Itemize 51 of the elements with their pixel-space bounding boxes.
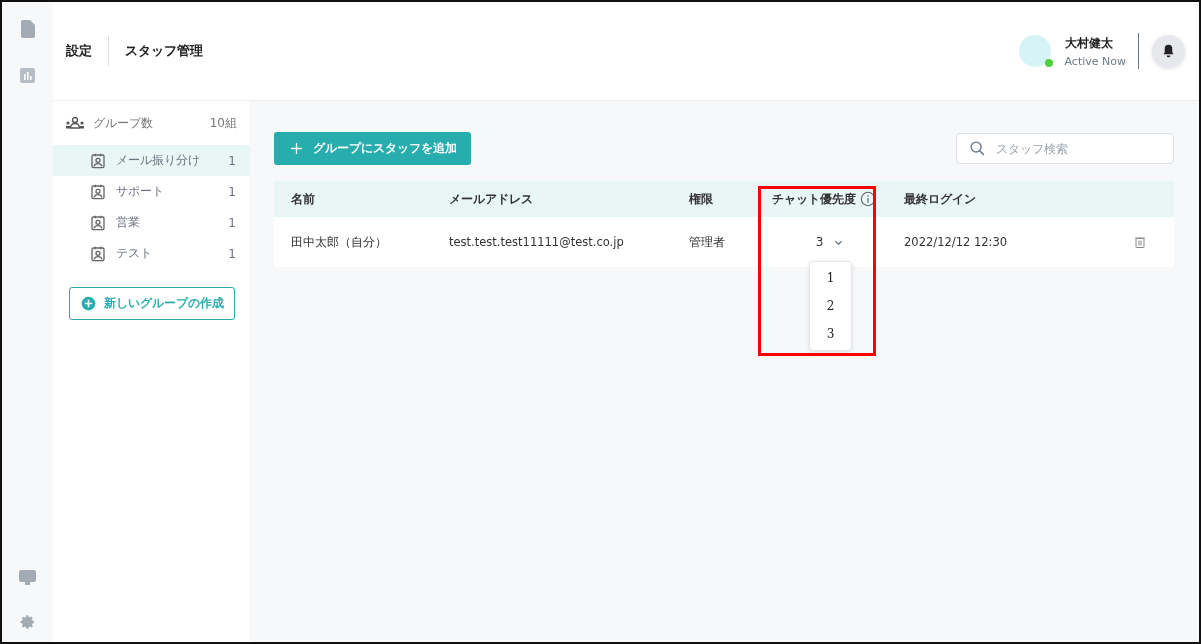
group-member-count: 1 xyxy=(228,184,236,199)
column-header: チャット優先度 xyxy=(772,190,856,208)
people-icon xyxy=(65,117,85,129)
breadcrumb-item: スタッフ管理 xyxy=(108,36,219,66)
id-badge-icon xyxy=(90,151,106,170)
group-member-count: 1 xyxy=(228,246,236,261)
table-cell-text: test.test.test11111@test.co.jp xyxy=(449,235,625,249)
column-header: 最終ログイン xyxy=(904,190,977,208)
bar-chart-icon xyxy=(20,68,35,83)
table-cell-text: 管理者 xyxy=(689,234,726,250)
group-count-label: グループ数 xyxy=(93,114,154,132)
search-field[interactable]: スタッフ検索 xyxy=(956,133,1174,164)
plus-circle-icon xyxy=(80,296,96,311)
user-name: 大村健太 xyxy=(1064,34,1114,52)
add-staff-button[interactable]: グループにスタッフを追加 xyxy=(274,132,471,165)
plus-icon xyxy=(290,142,303,155)
priority-option[interactable]: 2 xyxy=(810,292,851,320)
table-cell-text: 田中太郎（自分） xyxy=(291,234,388,250)
group-name: サポート xyxy=(116,183,165,200)
priority-option[interactable]: 1 xyxy=(810,264,851,292)
breadcrumb-item: 設定 xyxy=(66,42,93,60)
monitor-icon xyxy=(19,570,36,586)
group-item[interactable]: テスト 1 xyxy=(53,238,250,269)
user-status: Active Now xyxy=(1064,54,1126,68)
id-badge-icon xyxy=(90,182,106,201)
bell-icon xyxy=(1161,43,1176,59)
notification-button[interactable] xyxy=(1152,34,1185,68)
create-group-button[interactable]: 新しいグループの作成 xyxy=(69,287,235,320)
column-header: メールアドレス xyxy=(449,190,534,208)
settings-icon xyxy=(19,614,36,630)
id-badge-icon xyxy=(90,244,106,263)
group-name: メール振り分け xyxy=(116,152,201,169)
group-item[interactable]: サポート 1 xyxy=(53,176,250,207)
group-name: テスト xyxy=(116,245,153,262)
group-item[interactable]: メール振り分け 1 xyxy=(53,145,250,176)
column-header: 名前 xyxy=(291,190,316,208)
column-header: 権限 xyxy=(689,190,714,208)
info-icon xyxy=(860,191,876,207)
group-member-count: 1 xyxy=(228,153,236,168)
priority-select[interactable]: 3 xyxy=(815,235,845,249)
search-icon xyxy=(969,140,986,157)
table-cell-text: 2022/12/12 12:30 xyxy=(904,235,1009,249)
priority-option[interactable]: 3 xyxy=(810,320,851,348)
group-member-count: 1 xyxy=(228,215,236,230)
group-count: 10組 xyxy=(209,114,237,132)
group-item[interactable]: 営業 1 xyxy=(53,207,250,238)
id-badge-icon xyxy=(90,213,106,232)
search-input[interactable]: スタッフ検索 xyxy=(994,140,1161,157)
document-icon xyxy=(20,20,35,38)
group-name: 営業 xyxy=(116,214,141,231)
trash-icon xyxy=(1134,235,1146,249)
